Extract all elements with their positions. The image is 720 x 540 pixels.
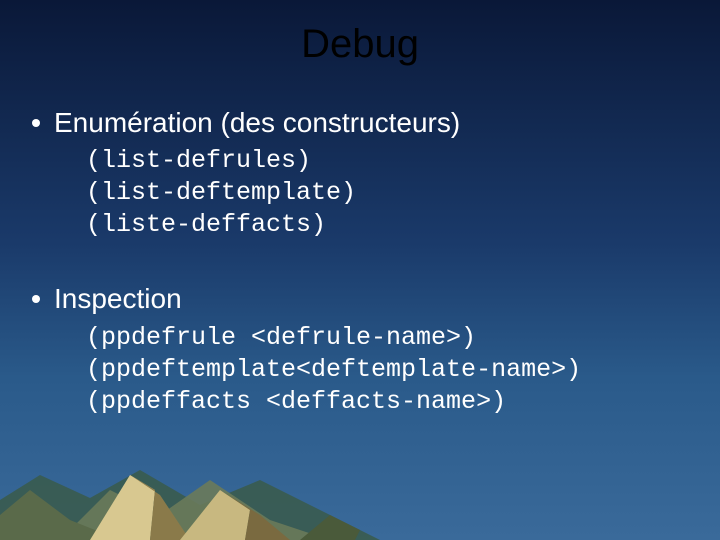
code-line: (liste-deffacts): [86, 209, 688, 241]
slide: Debug Enumération (des constructeurs) (l…: [0, 0, 720, 540]
bullet-enumeration: Enumération (des constructeurs): [32, 105, 688, 141]
slide-content: Enumération (des constructeurs) (list-de…: [0, 67, 720, 418]
code-block-enumeration: (list-defrules) (list-deftemplate) (list…: [86, 145, 688, 241]
code-line: (ppdefrule <defrule-name>): [86, 322, 688, 354]
code-block-inspection: (ppdefrule <defrule-name>) (ppdeftemplat…: [86, 322, 688, 418]
slide-title: Debug: [0, 0, 720, 67]
bullet-inspection: Inspection: [32, 281, 688, 317]
code-line: (list-defrules): [86, 145, 688, 177]
bullet-icon: [32, 119, 40, 127]
code-line: (ppdeffacts <deffacts-name>): [86, 386, 688, 418]
bullet-icon: [32, 295, 40, 303]
code-line: (list-deftemplate): [86, 177, 688, 209]
code-line: (ppdeftemplate<deftemplate-name>): [86, 354, 688, 386]
bullet-text-enumeration: Enumération (des constructeurs): [54, 105, 460, 141]
bullet-text-inspection: Inspection: [54, 281, 182, 317]
mountains-decoration: [0, 420, 720, 540]
